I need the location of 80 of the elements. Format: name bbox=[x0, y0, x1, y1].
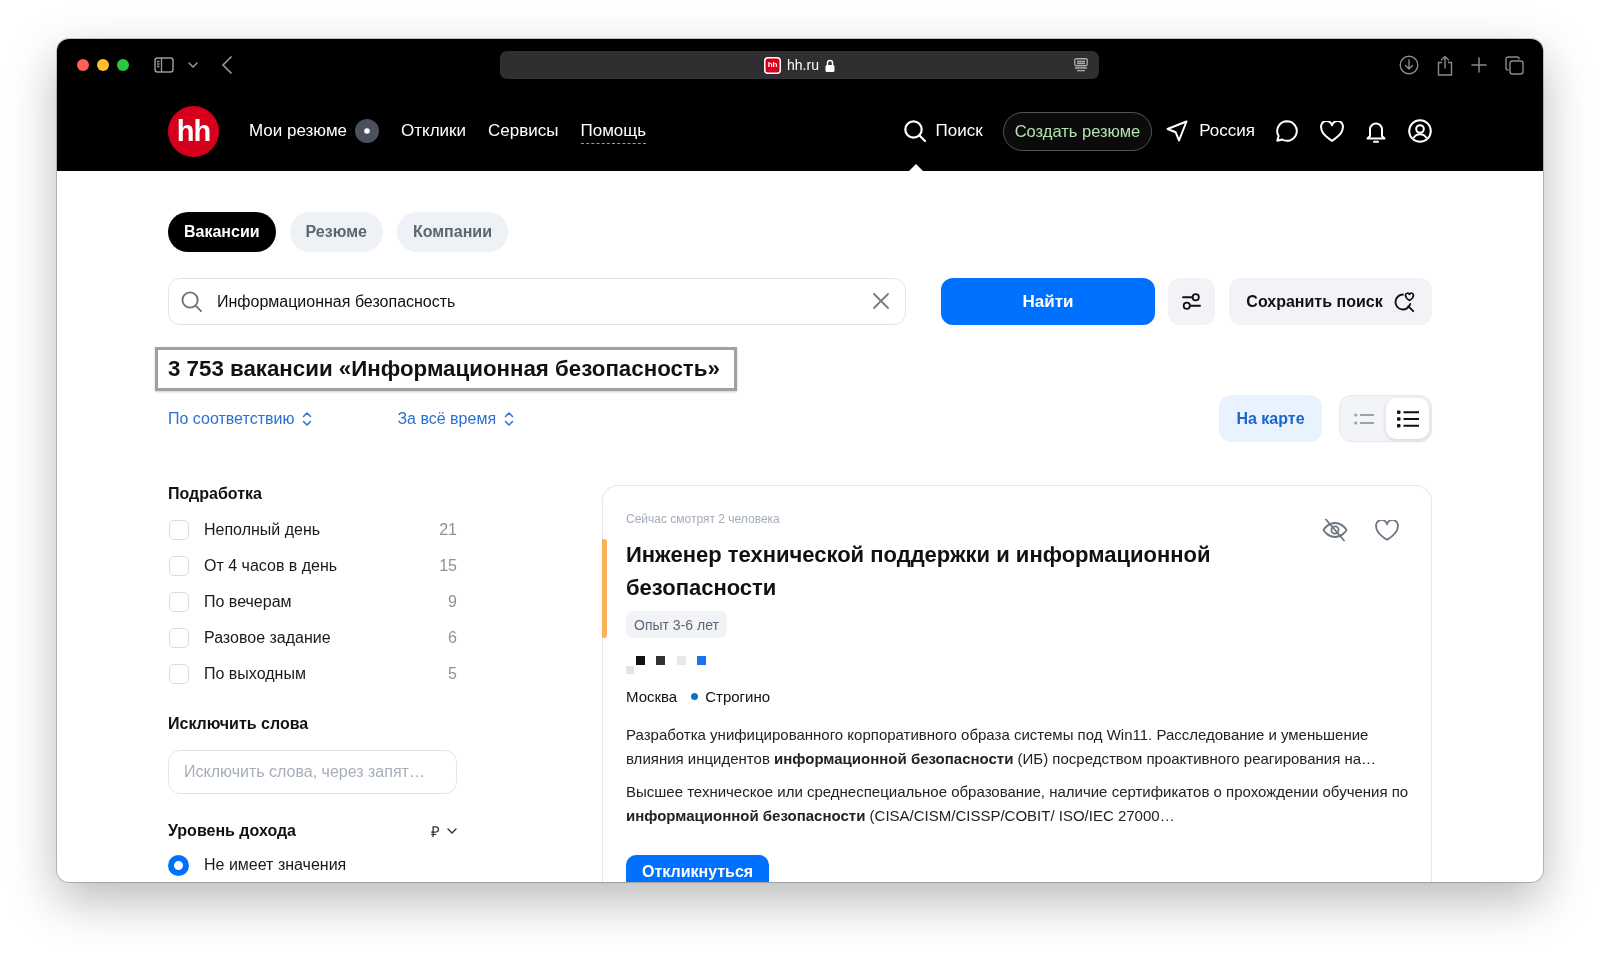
filter-group-title: Подработка bbox=[168, 485, 263, 503]
metro-station-text: Строгино bbox=[705, 687, 771, 705]
chevron-down-icon[interactable] bbox=[188, 62, 198, 68]
find-button[interactable]: Найти bbox=[941, 278, 1155, 325]
up-down-chevron-icon bbox=[504, 410, 515, 427]
option-label[interactable]: По выходным bbox=[204, 665, 306, 683]
viewers-note: Сейчас смотрят 2 человека bbox=[626, 511, 780, 527]
results-heading: 3 753 вакансии «Информационная безопасность» bbox=[155, 347, 737, 391]
nav-link[interactable]: Отклики bbox=[401, 121, 467, 141]
profile-icon[interactable] bbox=[1408, 119, 1432, 143]
vacancy-snippet: Разработка унифицированного корпоративного образа системы под Win11. Расследование и уменьшение влияния инцидентов информационной безопасности (ИБ) посредством проактивного реагирования на… bbox=[626, 725, 1378, 769]
search-field[interactable]: Информационная безопасность bbox=[168, 278, 906, 325]
vacancy-snippet: Высшее техническое или среднеспециальное образование, наличие сертификатов о прохождении обучения по информационной безопасности (CISA/CISM/CISSP/COBIT/ ISO/IEC 27000… bbox=[626, 782, 1410, 826]
search-link[interactable]: Поиск bbox=[935, 121, 983, 141]
filter-group-title: Уровень дохода bbox=[168, 821, 296, 840]
up-down-chevron-icon bbox=[302, 410, 313, 427]
sort-dropdown[interactable]: За всё время bbox=[397, 409, 515, 428]
zoom-window-button[interactable] bbox=[117, 59, 129, 71]
sort-dropdown[interactable]: По соответствию bbox=[168, 409, 313, 428]
chat-icon[interactable] bbox=[1276, 120, 1298, 142]
checkbox[interactable] bbox=[169, 664, 189, 684]
map-button[interactable]: На карте bbox=[1219, 395, 1322, 442]
address-bar[interactable]: hh hh.ru bbox=[500, 51, 1099, 79]
search-tab[interactable]: Резюме bbox=[289, 212, 383, 252]
option-count: 9 bbox=[448, 593, 457, 611]
search-icon[interactable] bbox=[903, 120, 926, 142]
search-icon bbox=[181, 291, 202, 312]
search-tab[interactable]: Компании bbox=[396, 212, 508, 252]
compact-list-icon bbox=[1353, 412, 1374, 425]
filter-sliders-icon bbox=[1182, 293, 1201, 310]
minimize-window-button[interactable] bbox=[97, 59, 109, 71]
apply-button[interactable]: Откликнуться bbox=[626, 855, 770, 882]
list-icon bbox=[1396, 409, 1419, 428]
sidebar-icon[interactable] bbox=[154, 57, 174, 73]
vacancy-title-link[interactable]: Инженер технической поддержки и информационной безопасности bbox=[626, 538, 1306, 604]
option-count: 5 bbox=[448, 665, 457, 683]
nav-link[interactable]: Сервисы bbox=[488, 121, 559, 141]
eye-off-icon[interactable] bbox=[1322, 518, 1348, 542]
nav-link[interactable]: Мои резюме bbox=[249, 121, 348, 141]
reader-icon[interactable] bbox=[1074, 58, 1088, 72]
clear-icon[interactable] bbox=[873, 293, 889, 309]
url-text: hh.ru bbox=[787, 57, 819, 73]
option-label[interactable]: Неполный день bbox=[204, 521, 321, 539]
chevron-down-icon bbox=[447, 827, 457, 834]
site-logo[interactable]: hh bbox=[168, 105, 219, 157]
filter-group-title: Исключить слова bbox=[168, 714, 310, 734]
pixel-squares-icon bbox=[626, 656, 706, 674]
create-resume-button[interactable]: Создать резюме bbox=[1002, 111, 1153, 151]
search-heart-icon bbox=[1392, 290, 1415, 313]
back-icon[interactable] bbox=[222, 56, 232, 74]
region-link[interactable]: Россия bbox=[1199, 121, 1255, 141]
option-label[interactable]: Не имеет значения bbox=[204, 856, 347, 875]
experience-tag: Опыт 3-6 лет bbox=[626, 611, 727, 638]
option-count: 21 bbox=[439, 521, 457, 539]
radio-button[interactable] bbox=[168, 854, 189, 876]
site-favicon: hh bbox=[764, 56, 782, 74]
option-label[interactable]: От 4 часов в день bbox=[204, 557, 338, 575]
checkbox[interactable] bbox=[169, 556, 189, 576]
location-arrow-icon[interactable] bbox=[1166, 120, 1189, 142]
exclude-words-field[interactable]: Исключить слова, через запят… bbox=[168, 750, 457, 794]
checkbox[interactable] bbox=[169, 520, 189, 540]
option-label[interactable]: По вечерам bbox=[204, 593, 292, 611]
view-option[interactable] bbox=[1386, 398, 1429, 439]
search-tab[interactable]: Вакансии bbox=[168, 212, 276, 252]
save-search-button[interactable]: Сохранить поиск bbox=[1229, 278, 1432, 325]
share-icon[interactable] bbox=[1437, 54, 1453, 76]
download-icon[interactable] bbox=[1399, 55, 1419, 75]
lock-icon bbox=[824, 58, 835, 72]
city-text: Москва bbox=[626, 687, 678, 705]
nav-link[interactable]: Помощь bbox=[580, 121, 647, 144]
checkbox[interactable] bbox=[169, 592, 189, 612]
new-tab-icon[interactable] bbox=[1471, 57, 1487, 73]
filter-button[interactable] bbox=[1168, 278, 1215, 325]
option-count: 15 bbox=[439, 557, 457, 575]
option-label[interactable]: Разовое задание bbox=[204, 629, 331, 647]
currency-dropdown[interactable]: ₽ bbox=[431, 820, 457, 841]
close-window-button[interactable] bbox=[77, 59, 89, 71]
checkbox[interactable] bbox=[169, 628, 189, 648]
tabs-overview-icon[interactable] bbox=[1505, 55, 1524, 75]
option-count: 6 bbox=[448, 629, 457, 647]
